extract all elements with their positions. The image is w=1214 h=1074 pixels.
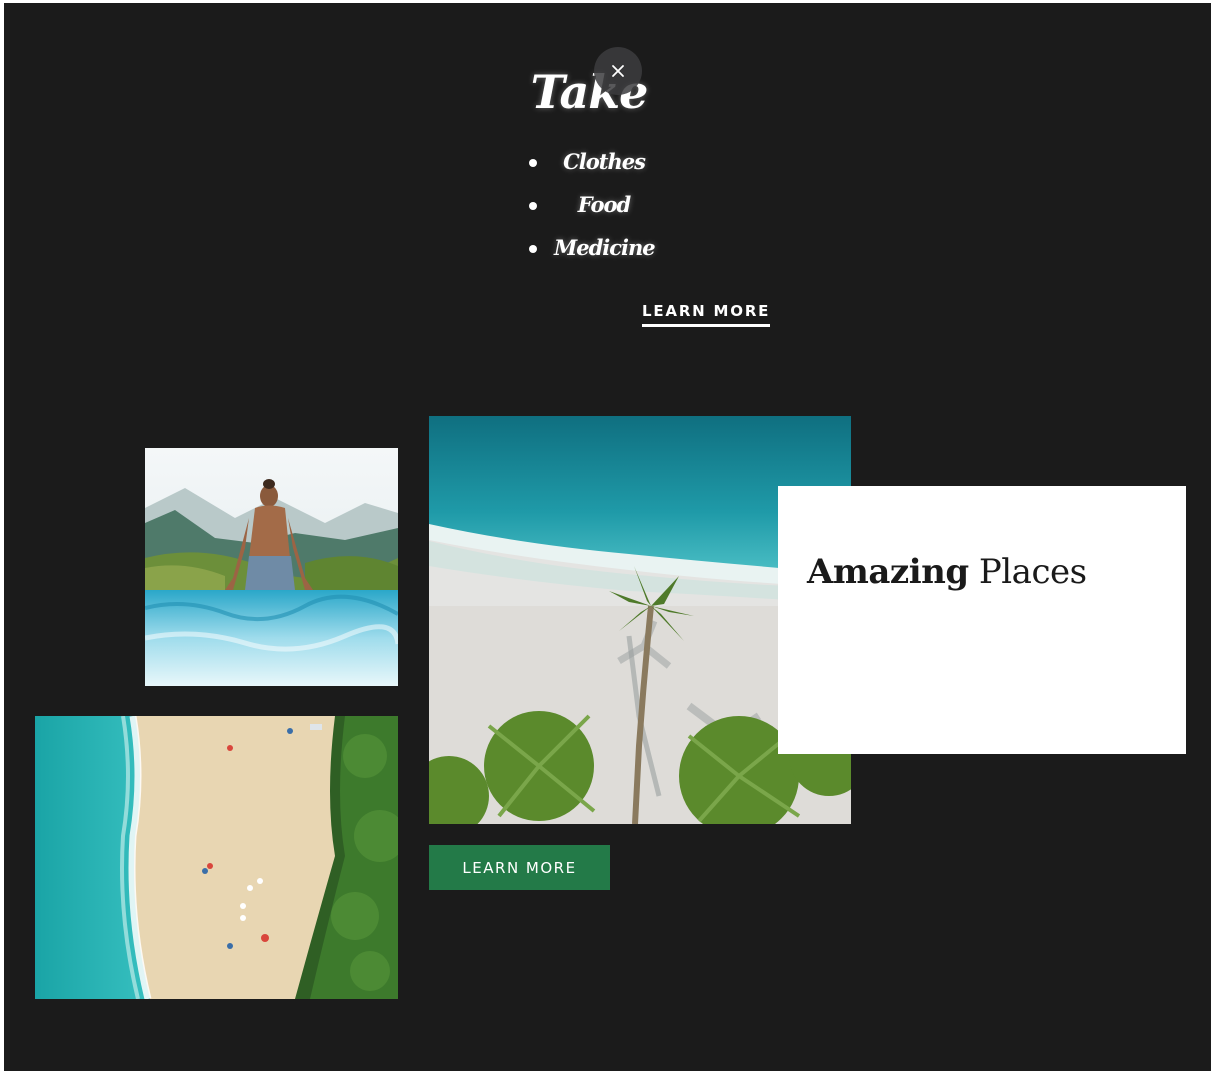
list-item-label: Food (577, 192, 631, 217)
photo-man-infinity-pool (145, 448, 398, 686)
bullet-dot (529, 159, 537, 167)
list-item-label: Medicine (554, 235, 656, 260)
bullet-dot (529, 202, 537, 210)
learn-more-link[interactable]: LEARN MORE (642, 302, 771, 327)
popup-overlay: Take Clothes Food Medicine LEARN MORE Am… (4, 3, 1211, 1071)
card-title-rest: Places (968, 552, 1087, 592)
list-item: Food (524, 186, 654, 229)
bullet-dot (529, 245, 537, 253)
card-title-bold: Amazing (807, 552, 969, 592)
list-item: Medicine (524, 229, 656, 272)
photo-aerial-beach (35, 716, 398, 999)
list-item-label: Clothes (563, 149, 646, 174)
list-item: Clothes (524, 143, 654, 186)
learn-more-button[interactable]: LEARN MORE (429, 845, 610, 890)
close-button[interactable] (594, 47, 642, 95)
card-title: Amazing Places (807, 552, 1087, 592)
close-icon (612, 65, 624, 77)
supply-list: Clothes Food Medicine (524, 143, 656, 272)
hero-title: Take (530, 65, 649, 119)
amazing-places-card: Amazing Places (778, 486, 1186, 754)
